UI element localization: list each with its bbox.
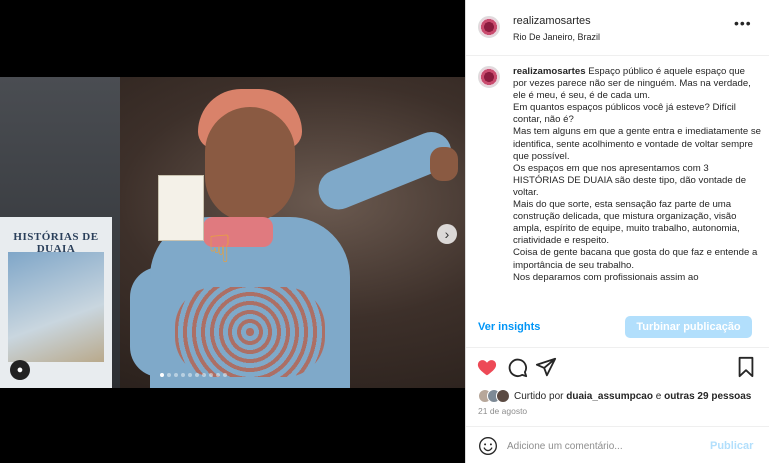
caption-line: Nos deparamos com profissionais assim ao [513, 271, 699, 283]
user-tag-icon: ● [16, 364, 24, 376]
caption-line: Mas tem alguns em que a gente entra e im… [513, 126, 761, 162]
photo-person-right-hand [430, 147, 458, 181]
comment-bar: Publicar [466, 426, 769, 463]
carousel-dot [188, 373, 192, 377]
carousel-dot [160, 373, 164, 377]
author-username[interactable]: realizamosartes [513, 15, 591, 27]
photo-held-card [158, 175, 204, 241]
pointing-hand-sticker: ☟ [208, 229, 232, 271]
share-icon[interactable] [535, 356, 557, 378]
action-bar [466, 352, 769, 382]
post-date[interactable]: 21 de agosto [478, 406, 527, 416]
liker-avatar [496, 389, 510, 403]
caption-username[interactable]: realizamosartes [513, 66, 586, 77]
post-comment-button[interactable]: Publicar [710, 440, 753, 452]
carousel-dot [167, 373, 171, 377]
post-photo[interactable]: HISTÓRIAS DE DUAIA ☟ [0, 77, 465, 388]
bookmark-icon[interactable] [735, 356, 757, 378]
carousel-dot [223, 373, 227, 377]
carousel-dot [195, 373, 199, 377]
photo-poster-art [8, 252, 104, 362]
chevron-right-icon: › [444, 226, 450, 242]
next-slide-button[interactable]: › [437, 224, 457, 244]
carousel-dot [216, 373, 220, 377]
carousel-indicator [160, 373, 227, 377]
comment-input[interactable] [507, 436, 697, 456]
instagram-post-view: HISTÓRIAS DE DUAIA ☟ › ● realizamosartes… [0, 0, 769, 463]
view-insights-link[interactable]: Ver insights [478, 321, 540, 333]
tagged-users-button[interactable]: ● [10, 360, 30, 380]
liked-by-prefix: Curtido por [514, 390, 564, 402]
photo-person-face [205, 107, 295, 222]
post-header: realizamosartes Rio De Janeiro, Brazil •… [466, 0, 769, 56]
carousel-dot [174, 373, 178, 377]
caption-line: Coisa de gente bacana que gosta do que f… [513, 247, 758, 271]
carousel-dot [209, 373, 213, 377]
post-side-panel: realizamosartes Rio De Janeiro, Brazil •… [465, 0, 769, 463]
more-horizontal-icon: ••• [734, 15, 752, 31]
post-caption: realizamosartes Espaço público é aquele … [513, 66, 761, 284]
caption-line: Mais do que sorte, esta sensação faz par… [513, 199, 740, 247]
other-likers-link[interactable]: outras 29 pessoas [664, 391, 751, 402]
insights-bar: Ver insights Turbinar publicação [466, 306, 769, 348]
carousel-dot [202, 373, 206, 377]
comment-icon[interactable] [506, 356, 528, 378]
caption-author-avatar[interactable] [478, 66, 500, 88]
carousel-dot [181, 373, 185, 377]
caption-line: realizamosartes Espaço público é aquele … [513, 66, 761, 102]
heart-icon[interactable] [476, 356, 498, 378]
boost-post-button[interactable]: Turbinar publicação [625, 316, 752, 338]
likes-conjunction: e [655, 390, 662, 402]
likes-text: Curtido por duaia_assumpcao e outras 29 … [514, 391, 751, 402]
caption-section: realizamosartes Espaço público é aquele … [466, 56, 769, 306]
more-options-button[interactable]: ••• [734, 15, 752, 31]
caption-line: Em quantos espaços públicos você já este… [513, 102, 736, 126]
caption-line: Os espaços em que nos apresentamos com 3… [513, 162, 747, 198]
author-avatar[interactable] [478, 16, 500, 38]
emoji-icon[interactable] [478, 436, 498, 456]
first-liker-link[interactable]: duaia_assumpcao [566, 391, 653, 402]
post-media-area: HISTÓRIAS DE DUAIA ☟ › ● [0, 0, 465, 463]
post-location[interactable]: Rio De Janeiro, Brazil [513, 32, 600, 42]
photo-dress-embroidery [175, 287, 325, 377]
likes-summary: Curtido por duaia_assumpcao e outras 29 … [478, 388, 751, 404]
